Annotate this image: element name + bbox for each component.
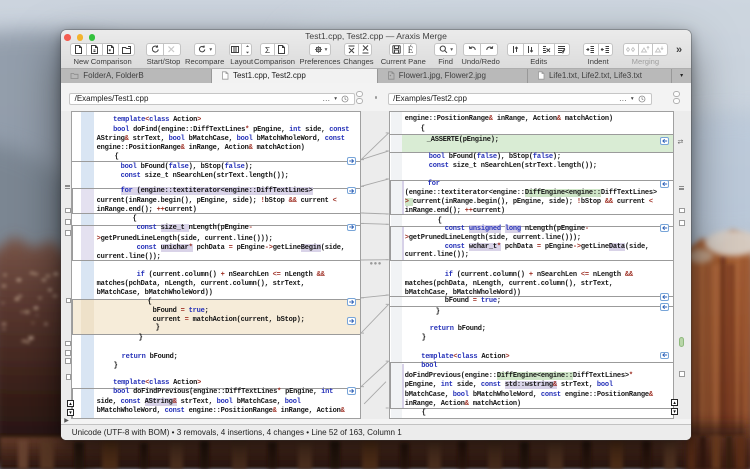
- svg-text:Σ: Σ: [265, 45, 270, 55]
- svg-text:É: É: [407, 45, 413, 55]
